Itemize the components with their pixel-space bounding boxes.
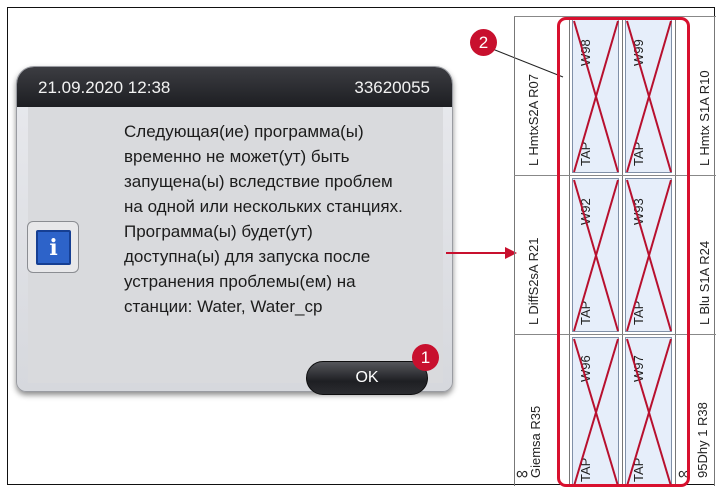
callout-1: 1 [412,344,439,371]
blocked-stations-highlight [557,17,690,487]
callout-2: 2 [470,29,497,56]
